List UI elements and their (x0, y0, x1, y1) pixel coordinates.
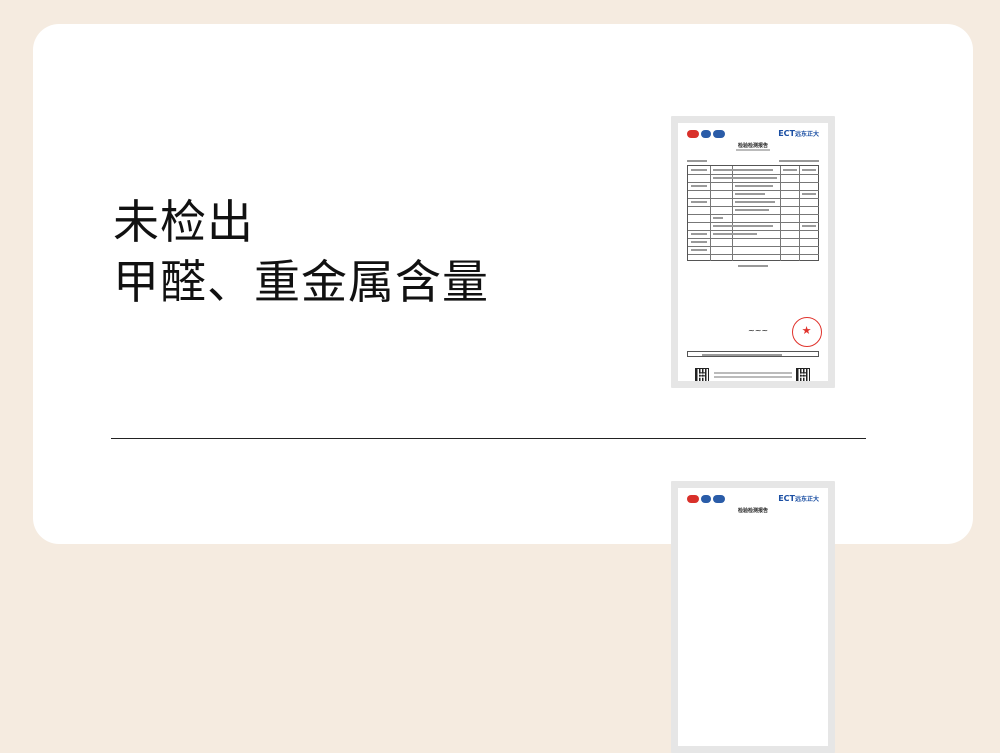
test-report-page: ECT远东正大 检验检测报告 (678, 488, 828, 746)
headline-line-2: 甲醛、重金属含量 (113, 255, 489, 309)
headline-line-1: 未检出 (113, 195, 254, 249)
cnas-mark-icon (701, 495, 711, 503)
ect-logo-text: ECT (778, 494, 795, 503)
section-divider (111, 438, 866, 439)
cnas-mark-icon (701, 130, 711, 138)
inspection-seal-stamp: ★ (792, 317, 822, 347)
test-report-thumbnail[interactable]: ECT远东正大 检验检测报告 (671, 481, 835, 753)
ect-logo: ECT远东正大 (778, 129, 819, 138)
report-meta-row (687, 159, 819, 164)
ect-logo-text: ECT (778, 129, 795, 138)
signature-image: ~~~ (748, 326, 769, 335)
report-title: 检验检测报告 (737, 508, 768, 514)
report-footer-line (714, 376, 792, 378)
cma-mark-icon (687, 495, 699, 503)
ilac-mark-icon (713, 495, 725, 503)
ect-logo-cn: 远东正大 (794, 131, 819, 138)
content-card: 未检出 甲醛、重金属含量 ECT远东正大 检验检测报告 ~~~ ★ ECT远东正… (33, 24, 973, 753)
qr-code-icon (695, 368, 709, 381)
seal-star-icon: ★ (801, 324, 812, 337)
test-report-thumbnail[interactable]: ECT远东正大 检验检测报告 (671, 116, 835, 388)
ect-logo-cn: 远东正大 (794, 496, 819, 503)
report-title: 检验检测报告 (737, 143, 768, 149)
report-footer-line (714, 372, 792, 374)
report-remarks-row (687, 351, 819, 357)
test-report-page: ECT远东正大 检验检测报告 (678, 123, 828, 381)
headline: 未检出 甲醛、重金属含量 (113, 192, 489, 312)
report-table (687, 165, 819, 261)
ilac-mark-icon (713, 130, 725, 138)
cma-mark-icon (687, 130, 699, 138)
ect-logo: ECT远东正大 (778, 494, 819, 503)
qr-code-icon (796, 368, 810, 381)
